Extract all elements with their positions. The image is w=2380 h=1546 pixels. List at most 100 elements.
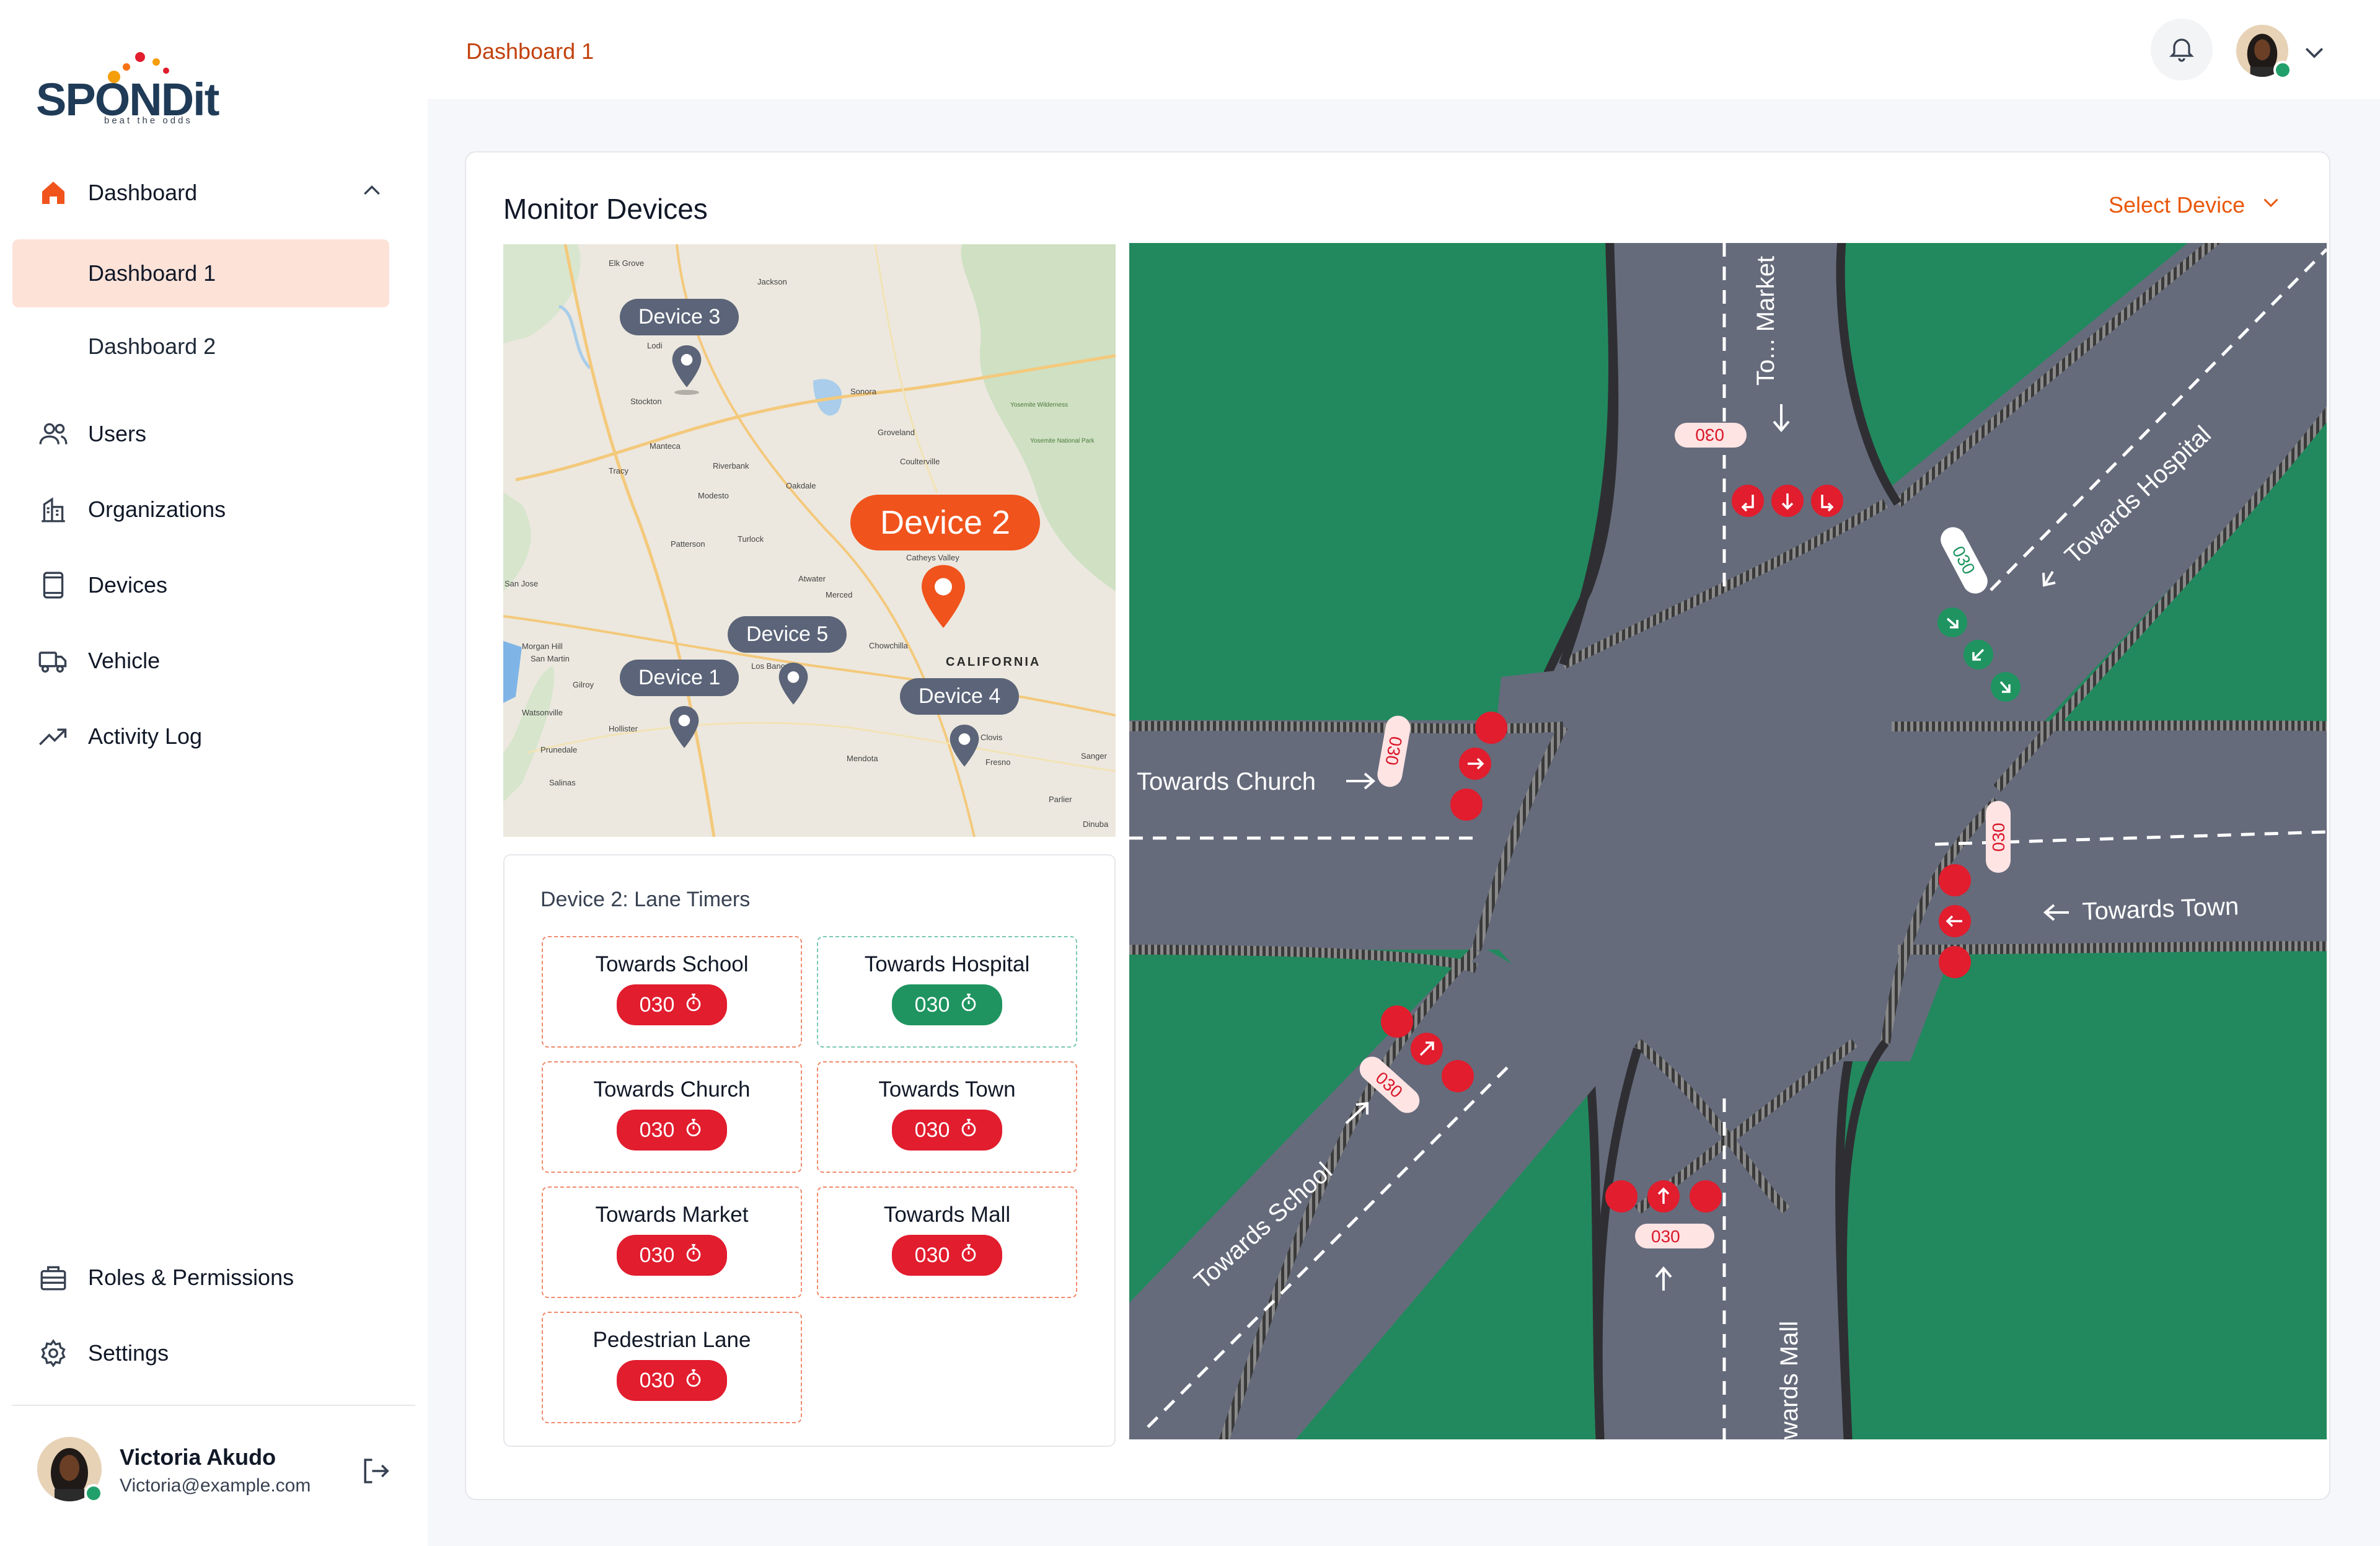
timer-towards-church[interactable]: Towards Church 030 xyxy=(542,1061,802,1173)
map-label-device-3[interactable]: Device 3 xyxy=(620,299,739,335)
intersection-view: To... Market Towards Hospital Towards Ch… xyxy=(1129,243,2327,1439)
stopwatch-icon xyxy=(958,992,979,1018)
sidebar-item-organizations[interactable]: Organizations xyxy=(12,475,390,544)
svg-text:Turlock: Turlock xyxy=(738,534,764,544)
notifications-button[interactable] xyxy=(2151,19,2213,81)
sidebar-item-vehicle-label: Vehicle xyxy=(88,648,161,673)
svg-text:Dinuba: Dinuba xyxy=(1083,819,1109,829)
sidebar-item-organizations-label: Organizations xyxy=(88,497,226,522)
map-pin-icon[interactable] xyxy=(947,723,982,773)
timer-pedestrian-lane[interactable]: Pedestrian Lane 030 xyxy=(542,1312,802,1423)
timer-badge: 030 xyxy=(892,1110,1002,1151)
road-label-market: To... Market xyxy=(1752,256,1779,386)
chevron-down-icon[interactable] xyxy=(2301,38,2328,66)
timer-badge: 030 xyxy=(617,984,727,1025)
timer-badge: 030 xyxy=(617,1110,727,1151)
timer-label: Towards School xyxy=(595,952,749,976)
map-pin-active-icon[interactable] xyxy=(917,563,969,635)
map-label-device-4[interactable]: Device 4 xyxy=(900,678,1020,715)
map-pin-icon[interactable] xyxy=(669,343,704,395)
profile-name: Victoria Akudo xyxy=(120,1444,276,1470)
trend-icon xyxy=(36,719,71,754)
road-label-town: Towards Town xyxy=(2082,893,2239,925)
header-online-dot xyxy=(2273,61,2292,79)
svg-text:Watsonville: Watsonville xyxy=(522,708,563,717)
svg-text:Patterson: Patterson xyxy=(671,539,705,549)
svg-text:Merced: Merced xyxy=(826,590,852,599)
timer-label: Towards Church xyxy=(593,1077,751,1102)
online-status-dot xyxy=(84,1484,103,1503)
svg-text:Sanger: Sanger xyxy=(1081,751,1108,761)
svg-text:Mendota: Mendota xyxy=(847,754,878,763)
timer-value: 030 xyxy=(639,1243,675,1267)
timer-label: Pedestrian Lane xyxy=(593,1328,751,1352)
bell-icon xyxy=(2167,33,2197,66)
timer-towards-mall[interactable]: Towards Mall 030 xyxy=(817,1186,1077,1298)
svg-text:Morgan Hill: Morgan Hill xyxy=(522,642,563,651)
svg-text:Modesto: Modesto xyxy=(698,491,729,500)
road-label-mall: wards Mall xyxy=(1776,1321,1803,1439)
sidebar-item-settings-label: Settings xyxy=(88,1340,169,1366)
map-label-device-1[interactable]: Device 1 xyxy=(620,660,739,696)
timer-label: Towards Market xyxy=(595,1203,749,1227)
svg-text:Yosemite National Park: Yosemite National Park xyxy=(1030,438,1095,444)
stopwatch-icon xyxy=(683,1367,704,1394)
map-pin-icon[interactable] xyxy=(667,704,702,754)
svg-text:Yosemite Wilderness: Yosemite Wilderness xyxy=(1010,402,1068,409)
nav-dashboard[interactable]: Dashboard xyxy=(12,159,390,227)
select-device-label: Select Device xyxy=(2109,192,2246,218)
select-device-dropdown[interactable]: Select Device xyxy=(2109,191,2282,219)
sidebar-item-dashboard-1[interactable]: Dashboard 1 xyxy=(12,239,389,307)
brand-tagline: beat the odds xyxy=(104,115,193,126)
svg-text:Clovis: Clovis xyxy=(981,733,1003,742)
stopwatch-icon xyxy=(958,1117,979,1144)
timer-value: 030 xyxy=(914,1118,950,1142)
profile-email: Victoria@example.com xyxy=(120,1475,311,1496)
timer-towards-market[interactable]: Towards Market 030 xyxy=(542,1186,802,1298)
timer-badge: 030 xyxy=(892,984,1002,1025)
svg-text:Prunedale: Prunedale xyxy=(540,745,577,754)
device-map[interactable]: Elk Grove Jackson Lodi Stockton Sonora M… xyxy=(503,244,1116,837)
device-icon xyxy=(36,568,71,603)
timer-value: 030 xyxy=(914,1243,950,1267)
chevron-up-icon[interactable] xyxy=(359,179,384,209)
timer-towards-hospital[interactable]: Towards Hospital 030 xyxy=(817,936,1077,1048)
map-label-device-2[interactable]: Device 2 xyxy=(850,495,1041,550)
svg-text:Lodi: Lodi xyxy=(647,341,663,350)
stopwatch-icon xyxy=(683,1117,704,1144)
sidebar-item-activity-log-label: Activity Log xyxy=(88,723,203,749)
timer-pill-market: 030 xyxy=(1695,425,1724,444)
svg-text:Atwater: Atwater xyxy=(798,574,826,583)
road-label-church: Towards Church xyxy=(1137,768,1316,795)
svg-text:Tracy: Tracy xyxy=(609,466,629,475)
timer-value: 030 xyxy=(639,992,675,1017)
timer-pill-town: 030 xyxy=(1989,823,2008,852)
logout-icon[interactable] xyxy=(358,1454,392,1488)
timer-towards-town[interactable]: Towards Town 030 xyxy=(817,1061,1077,1173)
svg-text:Catheys Valley: Catheys Valley xyxy=(906,553,959,562)
svg-text:Stockton: Stockton xyxy=(630,397,662,406)
lane-timers-title: Device 2: Lane Timers xyxy=(540,888,751,911)
map-label-device-5[interactable]: Device 5 xyxy=(728,616,847,653)
stopwatch-icon xyxy=(958,1242,979,1269)
timer-pill-mall: 030 xyxy=(1651,1227,1680,1246)
sidebar-item-users[interactable]: Users xyxy=(12,400,390,468)
sidebar-item-devices-label: Devices xyxy=(88,572,168,598)
timer-value: 030 xyxy=(639,1118,675,1142)
sidebar-item-users-label: Users xyxy=(88,421,147,446)
sidebar-item-devices[interactable]: Devices xyxy=(12,551,390,619)
timer-label: Towards Town xyxy=(878,1077,1016,1102)
timer-value: 030 xyxy=(639,1368,675,1392)
map-pin-icon[interactable] xyxy=(776,661,811,711)
sidebar-item-settings[interactable]: Settings xyxy=(12,1319,390,1387)
timer-towards-school[interactable]: Towards School 030 xyxy=(542,936,802,1048)
sidebar-item-roles-permissions[interactable]: Roles & Permissions xyxy=(12,1243,390,1312)
sidebar-item-dashboard-2[interactable]: Dashboard 2 xyxy=(12,312,389,381)
svg-text:CALIFORNIA: CALIFORNIA xyxy=(946,655,1041,669)
stopwatch-icon xyxy=(683,992,704,1018)
svg-text:San Jose: San Jose xyxy=(505,579,538,588)
sidebar-divider xyxy=(12,1405,415,1406)
sidebar-item-vehicle[interactable]: Vehicle xyxy=(12,627,390,695)
sidebar-item-activity-log[interactable]: Activity Log xyxy=(12,702,390,771)
timer-badge: 030 xyxy=(617,1235,727,1276)
